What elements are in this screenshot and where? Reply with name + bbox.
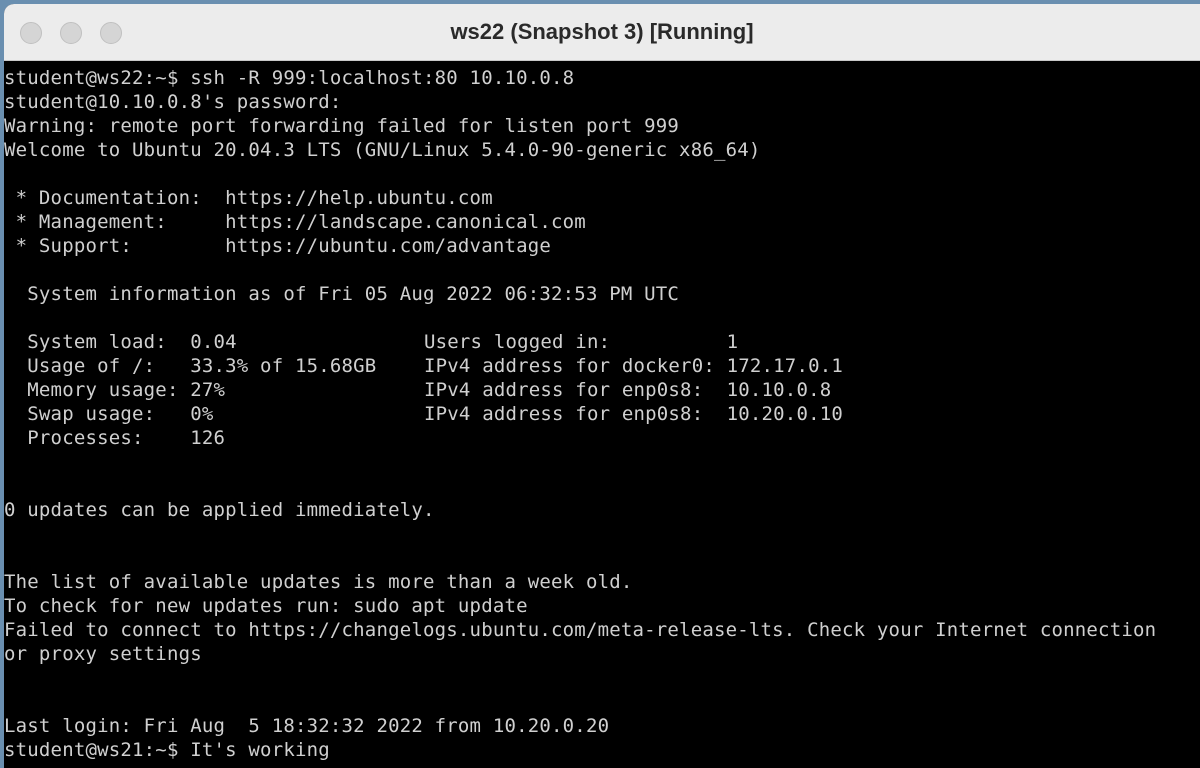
terminal-line: Welcome to Ubuntu 20.04.3 LTS (GNU/Linux… [4, 139, 761, 161]
terminal-line: Processes: 126 [4, 427, 226, 449]
title-bar[interactable]: ws22 (Snapshot 3) [Running] [4, 4, 1200, 61]
terminal-line: System information as of Fri 05 Aug 2022… [4, 283, 680, 305]
terminal-line: System load: 0.04 [4, 331, 237, 353]
terminal-line: Usage of /: 33.3% of 15.68GB [4, 355, 377, 377]
terminal-line: * Management: https://landscape.canonica… [4, 211, 586, 233]
sysinfo-ipv4-enp0s8: IPv4 address for enp0s8: 10.20.0.10 [424, 403, 844, 425]
terminal-line: or proxy settings [4, 643, 202, 665]
terminal-line: Last login: Fri Aug 5 18:32:32 2022 from… [4, 715, 610, 737]
terminal-line: * Support: https://ubuntu.com/advantage [4, 235, 552, 257]
terminal-line: 0 updates can be applied immediately. [4, 499, 435, 521]
terminal-line: student@10.10.0.8's password: [4, 91, 342, 113]
vm-window: ws22 (Snapshot 3) [Running] student@ws22… [4, 4, 1200, 768]
sysinfo-ipv4-docker0: IPv4 address for docker0: 172.17.0.1 [424, 355, 844, 377]
terminal-line: The list of available updates is more th… [4, 571, 633, 593]
terminal-line: student@ws22:~$ ssh -R 999:localhost:80 … [4, 67, 575, 89]
terminal-line: Warning: remote port forwarding failed f… [4, 115, 680, 137]
terminal-line: Swap usage: 0% [4, 403, 214, 425]
terminal-line: Memory usage: 27% [4, 379, 226, 401]
sysinfo-users-logged-in: Users logged in: 1 [424, 331, 739, 353]
terminal-prompt-line: student@ws21:~$ It's working [4, 739, 330, 761]
terminal-line: Failed to connect to https://changelogs.… [4, 619, 1157, 641]
window-title: ws22 (Snapshot 3) [Running] [450, 19, 754, 44]
terminal-console[interactable]: student@ws22:~$ ssh -R 999:localhost:80 … [4, 64, 1200, 768]
sysinfo-ipv4-enp0s8: IPv4 address for enp0s8: 10.10.0.8 [424, 379, 832, 401]
terminal-line: * Documentation: https://help.ubuntu.com [4, 187, 493, 209]
terminal-line: To check for new updates run: sudo apt u… [4, 595, 528, 617]
